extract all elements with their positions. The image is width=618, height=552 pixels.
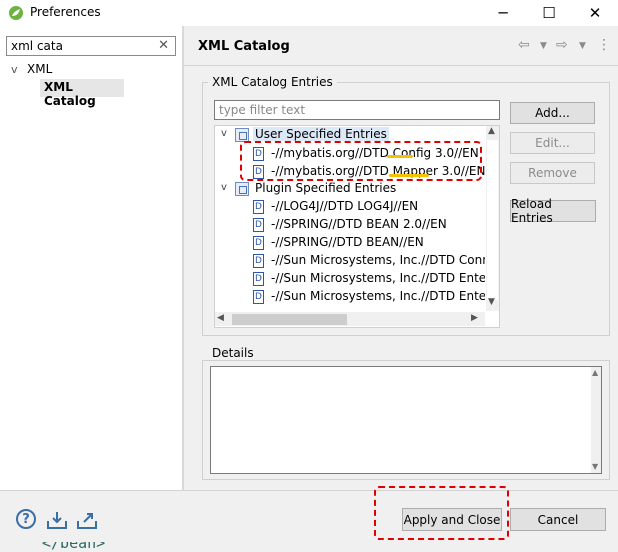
cancel-button[interactable]: Cancel [510, 508, 606, 531]
catalog-icon [235, 128, 249, 142]
edit-button[interactable]: Edit... [510, 132, 595, 154]
dtd-file-icon: D [253, 272, 264, 286]
details-text-area[interactable] [210, 366, 602, 474]
minimize-button[interactable]: ─ [480, 0, 526, 26]
scroll-up-icon[interactable]: ▲ [592, 368, 598, 377]
view-menu-icon[interactable]: ⋮ [597, 37, 611, 53]
chevron-down-icon[interactable]: v [11, 63, 18, 76]
tree-item-xml-catalog[interactable]: XML Catalog [40, 79, 124, 108]
tree-row-plugin-1[interactable]: D -//LOG4J//DTD LOG4J//EN [215, 198, 485, 216]
entry-label: -//Sun Microsystems, Inc.//DTD Conne [271, 253, 485, 267]
entries-filter-input[interactable]: type filter text [214, 100, 500, 120]
add-button[interactable]: Add... [510, 102, 595, 124]
background-editor-strip: </bean> [0, 542, 200, 552]
clear-filter-icon[interactable]: ✕ [158, 38, 169, 53]
catalog-icon [235, 182, 249, 196]
entry-label: -//SPRING//DTD BEAN//EN [271, 235, 424, 249]
entry-label: -//Sun Microsystems, Inc.//DTD Enterpr [271, 271, 485, 285]
close-button[interactable]: ✕ [572, 0, 618, 26]
filter-value: xml cata [11, 39, 63, 53]
scroll-up-icon[interactable]: ▲ [488, 126, 495, 136]
dtd-file-icon: D [253, 218, 264, 232]
chevron-down-icon[interactable]: v [221, 128, 227, 139]
scroll-right-icon[interactable]: ▶ [471, 313, 478, 323]
dtd-file-icon: D [253, 290, 264, 304]
background-code-text: </bean> [42, 542, 106, 552]
help-icon[interactable]: ? [16, 509, 36, 529]
tree-row-plugin-5[interactable]: D -//Sun Microsystems, Inc.//DTD Enterpr [215, 270, 485, 288]
tree-row-plugin-6[interactable]: D -//Sun Microsystems, Inc.//DTD Enterpr [215, 288, 485, 306]
filter-placeholder: type filter text [219, 103, 306, 117]
catalog-entries-legend: XML Catalog Entries [208, 75, 337, 89]
details-scrollbar[interactable] [591, 367, 601, 473]
scroll-down-icon[interactable]: ▼ [592, 462, 598, 471]
tree-row-plugin-4[interactable]: D -//Sun Microsystems, Inc.//DTD Conne [215, 252, 485, 270]
user-entries-annotation [240, 141, 482, 181]
spring-app-icon [9, 6, 23, 20]
dtd-file-icon: D [253, 200, 264, 214]
import-icon[interactable] [46, 510, 68, 530]
preferences-filter-input[interactable]: xml cata ✕ [6, 36, 176, 56]
remove-button[interactable]: Remove [510, 162, 595, 184]
plugin-entries-label: Plugin Specified Entries [255, 181, 397, 195]
forward-dropdown-icon[interactable]: ▼ [579, 41, 586, 51]
tree-row-plugin-2[interactable]: D -//SPRING//DTD BEAN 2.0//EN [215, 216, 485, 234]
tree-vertical-scroll-thumb[interactable] [487, 140, 498, 300]
apply-button-annotation [374, 486, 509, 540]
maximize-button[interactable]: ☐ [526, 0, 572, 26]
back-arrow-icon[interactable]: ⇦ [518, 37, 530, 53]
reload-entries-button[interactable]: Reload Entries [510, 197, 596, 225]
dtd-file-icon: D [253, 236, 264, 250]
details-legend: Details [208, 346, 258, 360]
back-dropdown-icon[interactable]: ▼ [540, 41, 547, 51]
forward-arrow-icon[interactable]: ⇨ [556, 37, 568, 53]
scroll-down-icon[interactable]: ▼ [488, 297, 495, 307]
window-title: Preferences [30, 5, 101, 19]
entry-label: -//Sun Microsystems, Inc.//DTD Enterpr [271, 289, 485, 303]
dtd-file-icon: D [253, 254, 264, 268]
page-title: XML Catalog [198, 39, 290, 54]
export-icon[interactable] [76, 510, 98, 530]
tree-group-plugin[interactable]: v Plugin Specified Entries [215, 180, 485, 198]
entry-label: -//SPRING//DTD BEAN 2.0//EN [271, 217, 447, 231]
tree-item-xml[interactable]: XML [27, 62, 52, 76]
tree-horizontal-scroll-thumb[interactable] [232, 314, 347, 325]
chevron-down-icon[interactable]: v [221, 182, 227, 193]
entry-label: -//LOG4J//DTD LOG4J//EN [271, 199, 419, 213]
tree-row-plugin-3[interactable]: D -//SPRING//DTD BEAN//EN [215, 234, 485, 252]
scroll-left-icon[interactable]: ◀ [217, 313, 224, 323]
user-entries-label: User Specified Entries [253, 127, 389, 141]
